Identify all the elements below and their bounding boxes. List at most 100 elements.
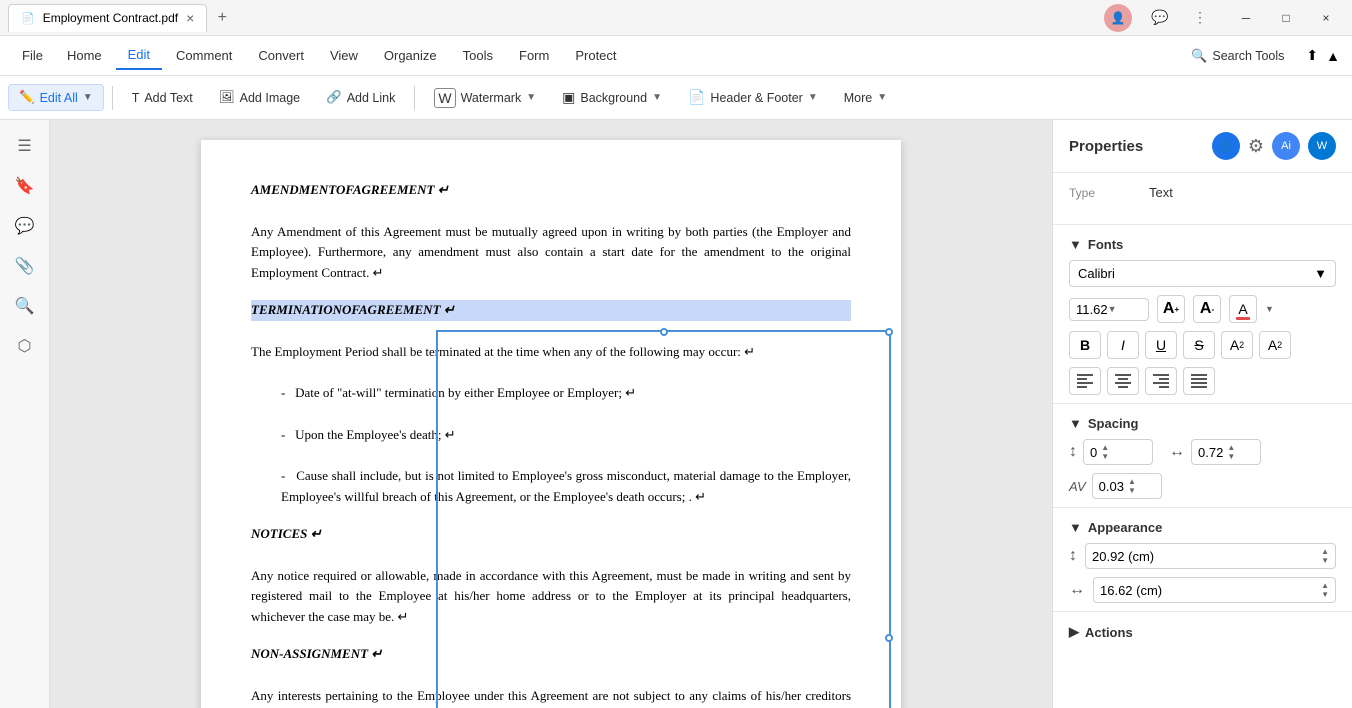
resize-handle-right[interactable]	[885, 634, 893, 642]
font-family-select[interactable]: Calibri ▼	[1069, 260, 1336, 287]
profile-icon[interactable]: 👤	[1104, 4, 1132, 32]
align-row	[1069, 367, 1336, 395]
bullet-item-3: - Cause shall include, but is not limite…	[281, 466, 851, 508]
decrease-font-button[interactable]: A-	[1193, 295, 1221, 323]
more-options-icon[interactable]: ⋮	[1188, 6, 1212, 30]
non-assignment-body: Any interests pertaining to the Employee…	[251, 686, 851, 708]
browser-tab[interactable]: 📄 Employment Contract.pdf ×	[8, 4, 207, 32]
line-spacing-arrows[interactable]: ▲▼	[1101, 443, 1109, 461]
more-label: More	[844, 91, 872, 105]
edit-all-button[interactable]: ✏️ Edit All ▼	[8, 84, 104, 111]
menu-file[interactable]: File	[12, 44, 53, 67]
background-label: Background	[580, 91, 647, 105]
strikethrough-button[interactable]: S	[1183, 331, 1215, 359]
sidebar-attachments-icon[interactable]: 📎	[7, 248, 43, 284]
spacing-collapse-arrow: ▼	[1069, 416, 1082, 431]
actions-collapse[interactable]: ▶ Actions	[1053, 616, 1352, 648]
align-left-button[interactable]	[1069, 367, 1101, 395]
line-spacing-value: 0	[1090, 445, 1097, 460]
chat-icon[interactable]: 💬	[1148, 6, 1172, 30]
menu-home[interactable]: Home	[55, 42, 114, 69]
char-spacing-input[interactable]: 0.72 ▲▼	[1191, 439, 1261, 465]
superscript-button[interactable]: A2	[1221, 331, 1253, 359]
av-spacing-input[interactable]: 0.03 ▲▼	[1092, 473, 1162, 499]
menu-form[interactable]: Form	[507, 42, 561, 69]
search-tools-button[interactable]: 🔍 Search Tools	[1179, 43, 1296, 69]
add-image-button[interactable]: 🖼 Add Image	[208, 84, 311, 111]
actions-section-label: Actions	[1085, 625, 1133, 640]
background-button[interactable]: ▣ Background ▼	[551, 83, 673, 112]
menu-protect[interactable]: Protect	[563, 42, 628, 69]
termination-body: The Employment Period shall be terminate…	[251, 342, 851, 363]
av-spacing-row: AV 0.03 ▲▼	[1053, 473, 1352, 499]
line-spacing-group: ↕ 0 ▲▼	[1069, 439, 1153, 465]
bullet-dash-1: -	[281, 385, 285, 400]
line-spacing-input[interactable]: 0 ▲▼	[1083, 439, 1153, 465]
font-color-button[interactable]: A	[1229, 295, 1257, 323]
align-justify-button[interactable]	[1183, 367, 1215, 395]
increase-font-button[interactable]: A+	[1157, 295, 1185, 323]
av-spacing-arrows[interactable]: ▲▼	[1128, 477, 1136, 495]
char-spacing-arrows[interactable]: ▲▼	[1227, 443, 1235, 461]
collapse-icon[interactable]: ▲	[1326, 48, 1340, 64]
font-dropdown-arrow: ▼	[1314, 266, 1327, 281]
window-controls: ─ □ ×	[1228, 4, 1344, 32]
menu-comment[interactable]: Comment	[164, 42, 244, 69]
azure-icon[interactable]: W	[1308, 132, 1336, 160]
header-footer-button[interactable]: 📄 Header & Footer ▼	[677, 83, 829, 112]
fonts-collapse[interactable]: ▼ Fonts	[1053, 229, 1352, 260]
sidebar-comments-icon[interactable]: 💬	[7, 208, 43, 244]
divider-3	[1053, 507, 1352, 508]
width-row: ↔ 16.62 (cm) ▲▼	[1053, 577, 1352, 603]
ai-icon[interactable]: Ai	[1272, 132, 1300, 160]
close-button[interactable]: ×	[1308, 4, 1344, 32]
sidebar-layers-icon[interactable]: ⬡	[7, 328, 43, 364]
sidebar-search-icon[interactable]: 🔍	[7, 288, 43, 324]
align-center-button[interactable]	[1107, 367, 1139, 395]
underline-button[interactable]: U	[1145, 331, 1177, 359]
sidebar-bookmarks-icon[interactable]: 🔖	[7, 168, 43, 204]
upload-icon[interactable]: ⬆	[1306, 47, 1318, 64]
spacing-collapse[interactable]: ▼ Spacing	[1053, 408, 1352, 439]
height-arrows[interactable]: ▲▼	[1321, 547, 1329, 565]
av-spacing-value: 0.03	[1099, 479, 1124, 494]
edit-toolbar: ✏️ Edit All ▼ T Add Text 🖼 Add Image 🔗 A…	[0, 76, 1352, 120]
menu-tools[interactable]: Tools	[451, 42, 505, 69]
settings-icon[interactable]: ⚙	[1248, 136, 1264, 157]
menu-convert[interactable]: Convert	[246, 42, 316, 69]
height-row: ↕ 20.92 (cm) ▲▼	[1053, 543, 1352, 569]
menu-organize[interactable]: Organize	[372, 42, 449, 69]
appearance-collapse[interactable]: ▼ Appearance	[1053, 512, 1352, 543]
width-input[interactable]: 16.62 (cm) ▲▼	[1093, 577, 1336, 603]
subscript-button[interactable]: A2	[1259, 331, 1291, 359]
panel-scroll[interactable]: Properties 👤 ⚙ Ai W × Type Text ▼	[1053, 120, 1352, 708]
maximize-button[interactable]: □	[1268, 4, 1304, 32]
add-image-label: Add Image	[240, 91, 300, 105]
background-icon: ▣	[562, 89, 575, 106]
sidebar-pages-icon[interactable]: ☰	[7, 128, 43, 164]
new-tab-button[interactable]: +	[211, 7, 233, 29]
minimize-button[interactable]: ─	[1228, 4, 1264, 32]
titlebar: 📄 Employment Contract.pdf × + 👤 💬 ⋮ ─ □ …	[0, 0, 1352, 36]
close-tab-button[interactable]: ×	[186, 10, 194, 26]
font-size-row: 11.62 ▼ A+ A- A ▼	[1069, 295, 1336, 323]
add-text-label: Add Text	[144, 91, 192, 105]
menu-view[interactable]: View	[318, 42, 370, 69]
add-text-button[interactable]: T Add Text	[121, 85, 204, 111]
height-input[interactable]: 20.92 (cm) ▲▼	[1085, 543, 1336, 569]
italic-button[interactable]: I	[1107, 331, 1139, 359]
non-assignment-section: NON-ASSIGNMENT ↵ Any interests pertainin…	[251, 644, 851, 708]
font-size-arrow: ▼	[1108, 304, 1117, 314]
menu-edit[interactable]: Edit	[116, 41, 162, 70]
font-size-input[interactable]: 11.62 ▼	[1069, 298, 1149, 321]
bold-button[interactable]: B	[1069, 331, 1101, 359]
user-icon[interactable]: 👤	[1212, 132, 1240, 160]
bullet-dash-3: -	[281, 468, 285, 483]
main-area: ☰ 🔖 💬 📎 🔍 ⬡ AMENDMENTOFAGREEMENT ↵ Any A…	[0, 120, 1352, 708]
more-button[interactable]: More ▼	[833, 85, 898, 111]
resize-handle-tr[interactable]	[885, 328, 893, 336]
width-arrows[interactable]: ▲▼	[1321, 581, 1329, 599]
add-link-button[interactable]: 🔗 Add Link	[315, 84, 406, 111]
watermark-button[interactable]: W Watermark ▼	[423, 82, 547, 114]
align-right-button[interactable]	[1145, 367, 1177, 395]
